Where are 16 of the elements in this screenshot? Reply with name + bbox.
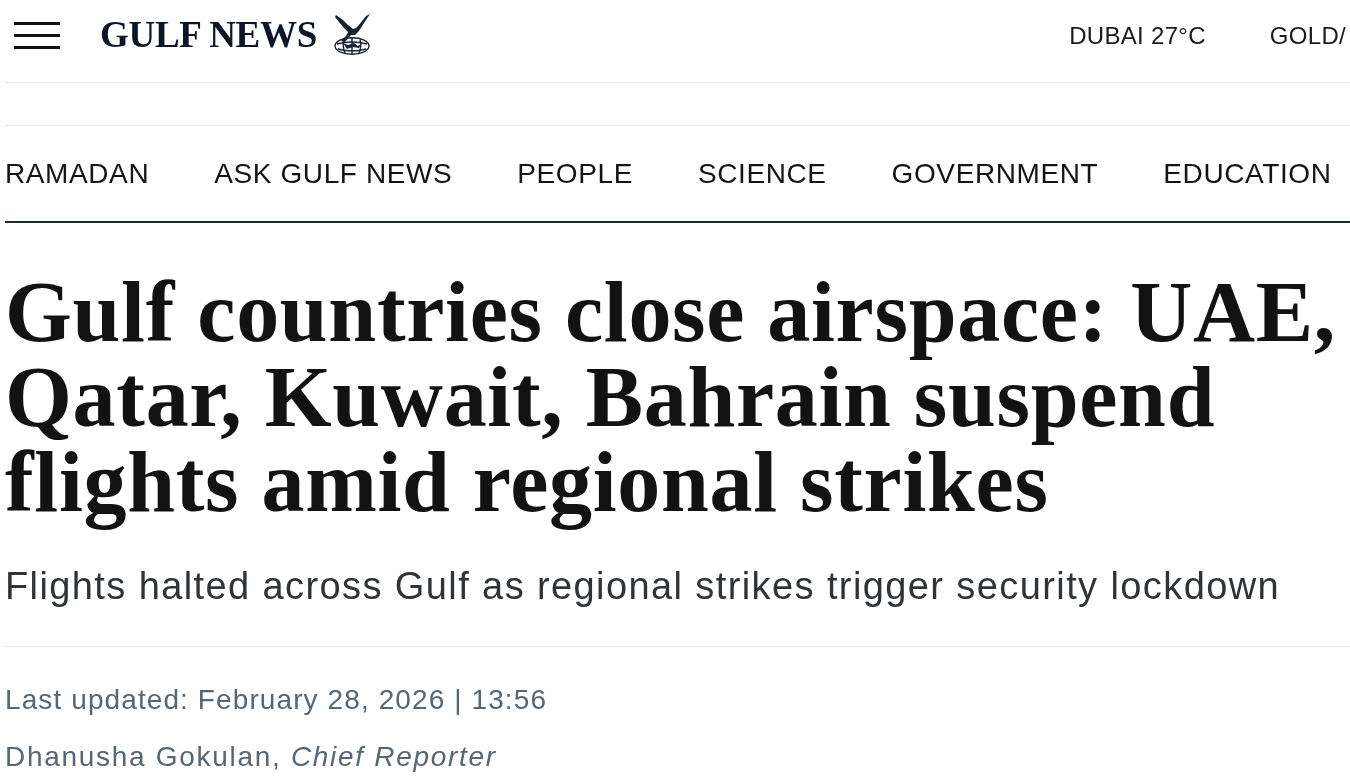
ticker-label[interactable]: GOLD/ [1269,22,1346,50]
weather-reading: DUBAI 27°C [1069,22,1206,50]
menu-button[interactable] [14,20,60,50]
last-updated-text: Last updated: February 28, 2026 | 13:56 [5,683,549,717]
menu-icon [14,21,60,49]
nav-link[interactable]: SCIENCE [697,156,827,191]
nav-link[interactable]: RAMADAN [5,156,150,191]
nav-link[interactable]: ASK GULF NEWS [214,156,453,191]
logo-wordmark: GULF NEWS [100,12,317,56]
article-headline: Gulf countries close airspace: UAE, Qatar, Kuwait, Bahrain suspend flights amid regional strikes [5,270,1338,532]
author-byline: Dhanusha Gokulan, Chief Reporter [5,740,498,774]
site-logo[interactable]: GULF NEWS [100,12,372,56]
nav-link[interactable]: GOVERNMENT [891,156,1099,191]
nav-link[interactable]: PEOPLE [517,156,633,191]
article-subheadline: Flights halted across Gulf as regional strikes trigger security lockdown [5,564,1282,608]
nav-link[interactable]: EDUCATION [1163,156,1332,191]
